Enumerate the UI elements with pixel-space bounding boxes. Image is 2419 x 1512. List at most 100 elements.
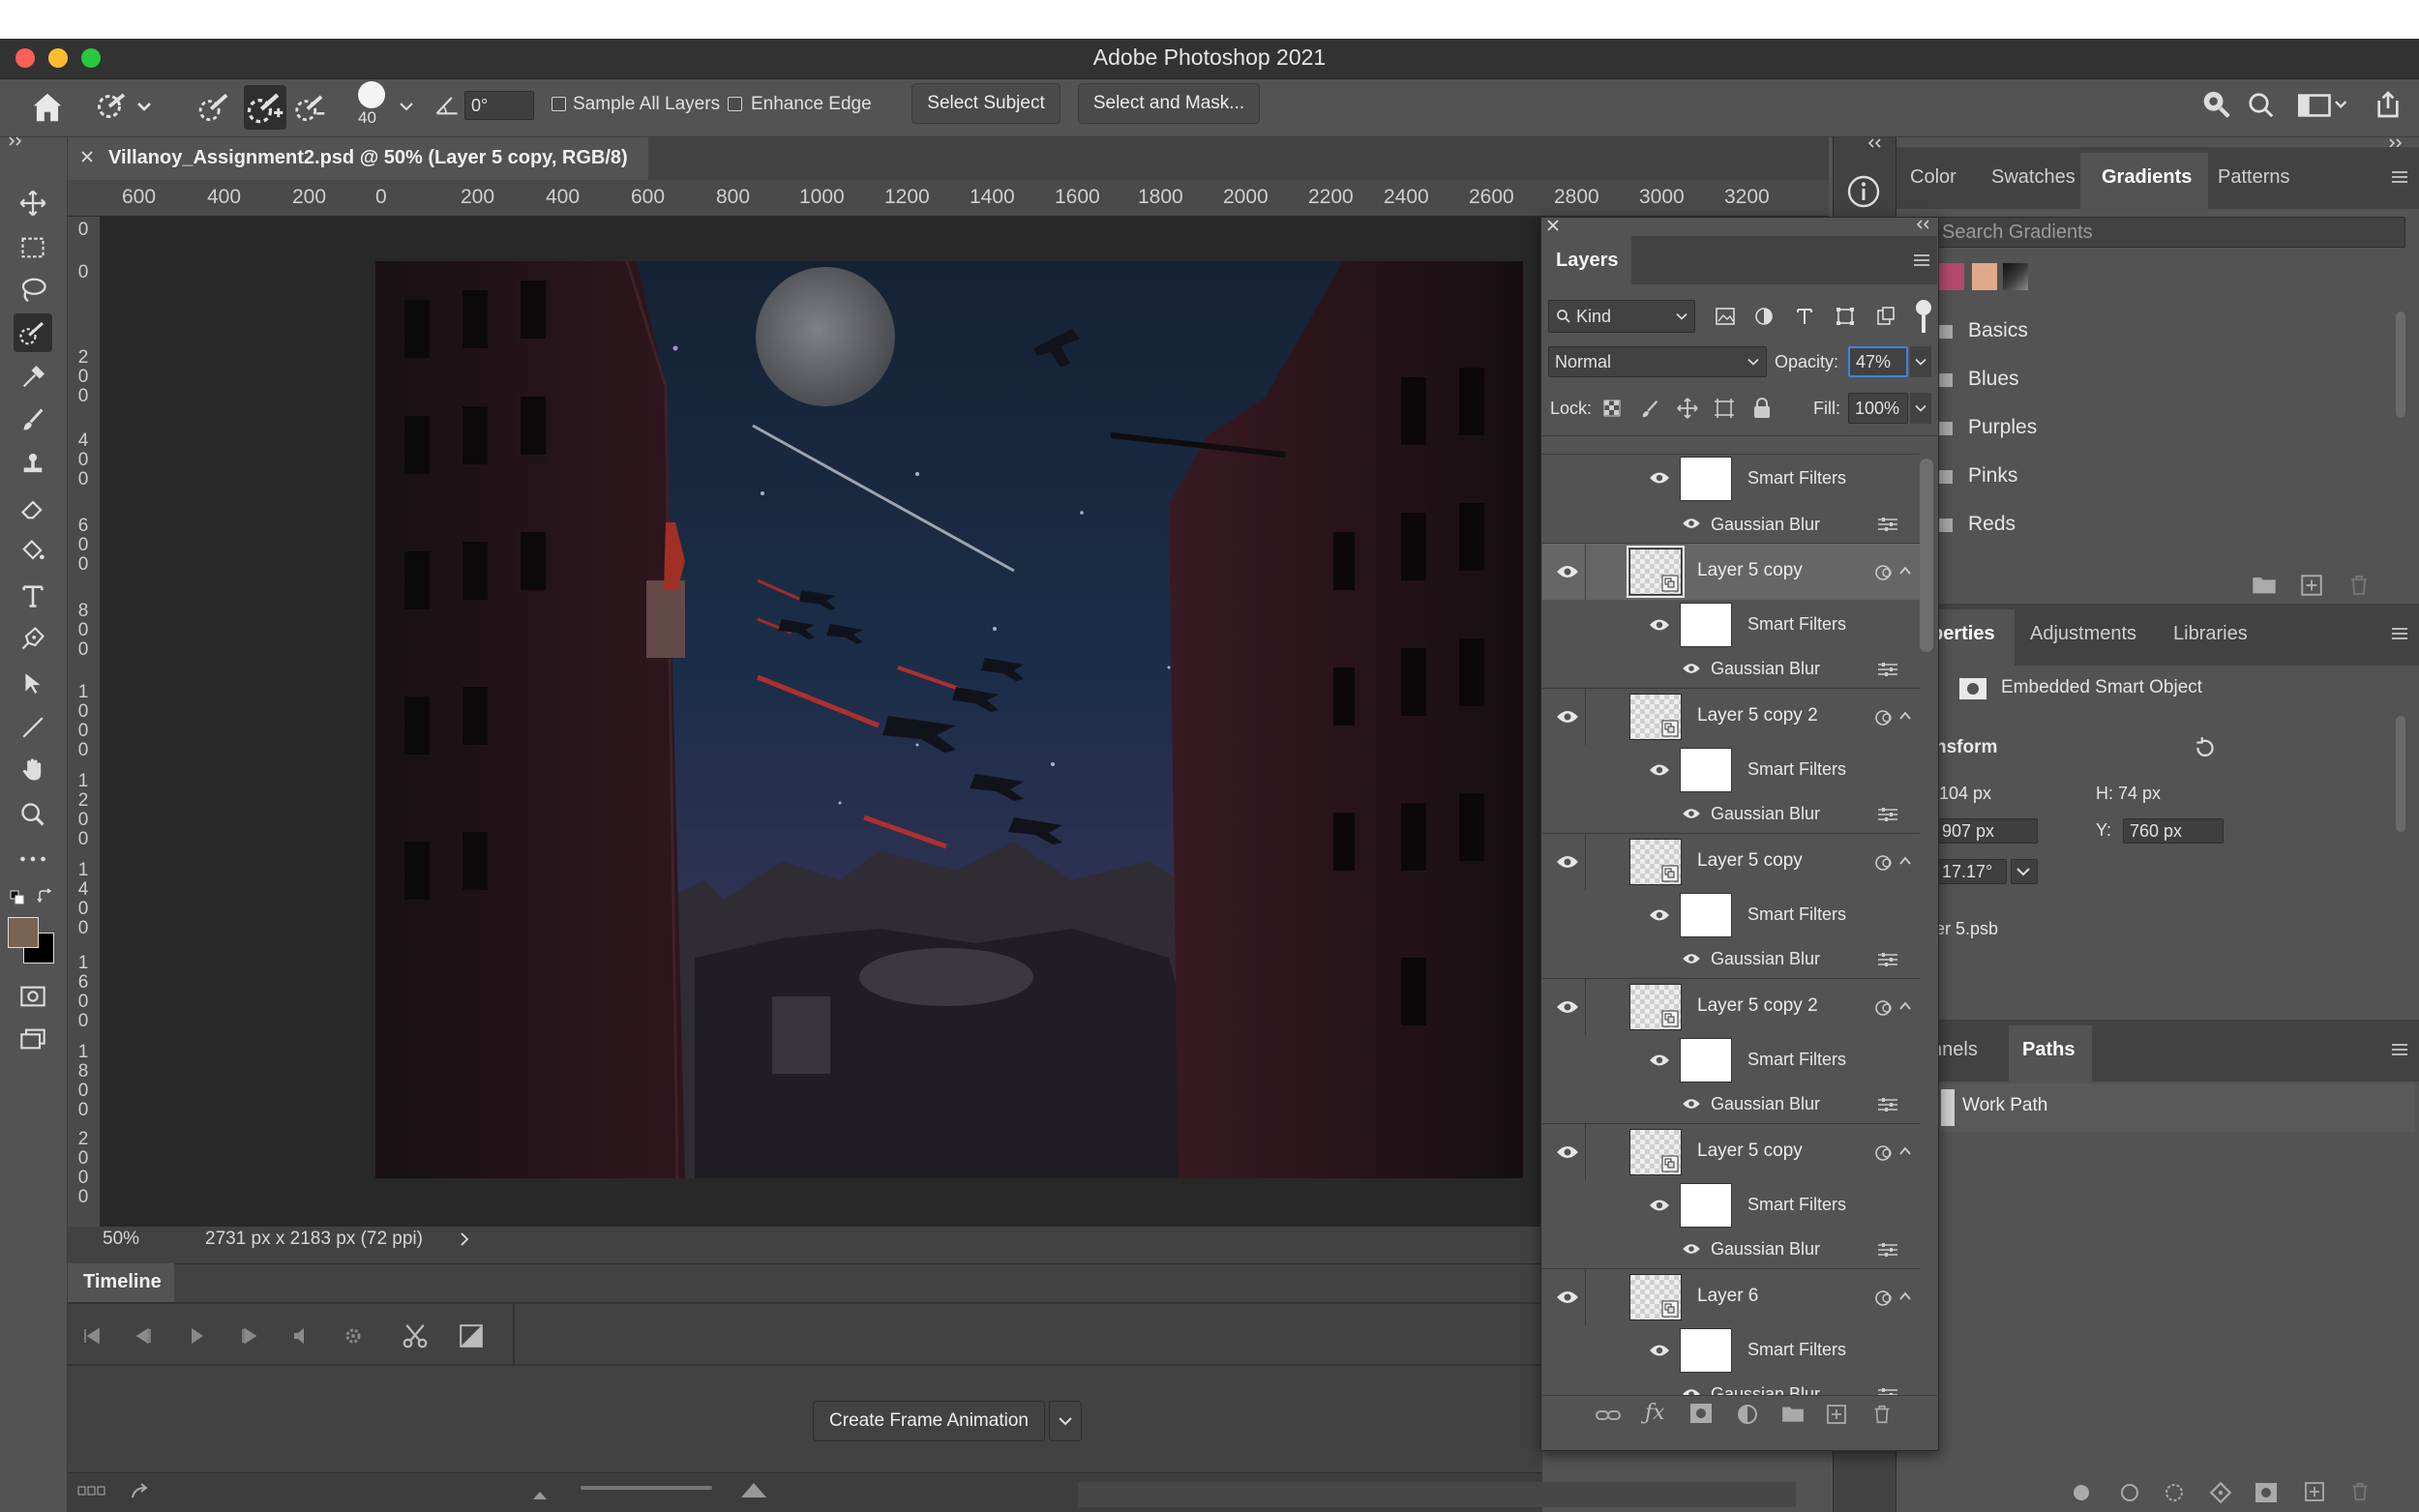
gradient-folder-blues[interactable]: Blues (1968, 368, 2019, 391)
new-selection-icon[interactable] (197, 89, 234, 126)
info-icon[interactable] (1846, 174, 1881, 209)
transform-angle-input[interactable]: 17.17° (1935, 859, 2007, 884)
smart-filter-effects-icon[interactable] (1873, 998, 1893, 1018)
stroke-path-icon[interactable] (2119, 1482, 2140, 1503)
eye-icon[interactable] (1649, 907, 1670, 923)
timeline-tab[interactable]: Timeline (68, 1263, 174, 1302)
collapse-dock-icon[interactable] (1866, 137, 1885, 149)
filter-blending-options-icon[interactable] (1877, 517, 1898, 532)
fill-input[interactable]: 100% (1848, 393, 1908, 424)
new-path-icon[interactable] (2303, 1480, 2326, 1503)
eye-icon[interactable] (1682, 662, 1701, 675)
gradient-folder-reds[interactable]: Reds (1968, 513, 2016, 536)
tab-adjustments[interactable]: Adjustments (2030, 623, 2136, 645)
smart-filters-row[interactable]: Smart Filters (1542, 1180, 1920, 1230)
quick-selection-preset-icon[interactable] (95, 89, 153, 124)
smart-filter-mask-thumbnail[interactable] (1680, 1328, 1732, 1373)
home-icon[interactable] (29, 89, 66, 126)
line-tool-icon[interactable] (14, 708, 52, 747)
gaussian-blur-row[interactable]: Gaussian Blur (1542, 940, 1920, 979)
close-layers-panel-icon[interactable] (1546, 219, 1560, 232)
search-gradients-input[interactable]: Search Gradients (1935, 217, 2405, 248)
filter-blending-options-icon[interactable] (1877, 1387, 1898, 1395)
timeline-scrollbar[interactable] (1078, 1482, 1796, 1507)
layers-tab[interactable]: Layers (1556, 250, 1619, 272)
opacity-input[interactable]: 47% (1848, 346, 1908, 377)
hand-tool-icon[interactable] (14, 751, 52, 789)
stamp-tool-icon[interactable] (14, 445, 52, 484)
foreground-color-swatch[interactable] (8, 917, 39, 948)
layer-thumbnail[interactable] (1627, 546, 1685, 598)
swap-colors-icon[interactable] (37, 888, 54, 905)
eraser-tool-icon[interactable] (14, 489, 52, 528)
sample-all-layers-checkbox[interactable] (552, 97, 566, 111)
collapse-layers-panel-icon[interactable] (1914, 219, 1933, 230)
more-tools-icon[interactable] (14, 840, 52, 878)
default-colors-icon[interactable] (10, 890, 25, 905)
chevron-up-icon[interactable] (1898, 855, 1912, 867)
eye-icon[interactable] (1556, 1289, 1579, 1306)
brush-dropdown-chevron-icon[interactable] (399, 101, 414, 112)
layer-thumbnail[interactable] (1629, 694, 1682, 740)
layer-row[interactable]: Layer 5 copy 2 (1542, 689, 1920, 745)
smart-filter-effects-icon[interactable] (1873, 1289, 1893, 1308)
blend-mode-select[interactable]: Normal (1548, 346, 1767, 377)
layer-name[interactable]: Layer 5 copy (1697, 560, 1803, 581)
paths-panel-menu-icon[interactable] (2390, 1043, 2409, 1056)
marquee-tool-icon[interactable] (14, 228, 52, 267)
layer-row[interactable]: Layer 5 copy (1542, 834, 1920, 890)
reset-transform-icon[interactable] (2193, 735, 2218, 760)
pen-tool-icon[interactable] (14, 619, 52, 658)
eyedropper-tool-icon[interactable] (14, 358, 52, 397)
zoom-level[interactable]: 50% (103, 1229, 139, 1250)
screen-mode-icon[interactable] (14, 1020, 52, 1058)
quick-mask-icon[interactable] (14, 977, 52, 1016)
fill-slider-toggle[interactable] (1910, 393, 1931, 424)
status-menu-chevron-icon[interactable] (459, 1230, 470, 1248)
gradient-swatch-1[interactable] (1939, 263, 1964, 290)
tab-color[interactable]: Color (1910, 166, 1956, 189)
eye-icon[interactable] (1649, 1052, 1670, 1068)
gradients-scrollbar[interactable] (2396, 311, 2405, 418)
eye-icon[interactable] (1556, 853, 1579, 871)
filter-blending-options-icon[interactable] (1877, 1242, 1898, 1258)
gradient-folder-pinks[interactable]: Pinks (1968, 464, 2017, 488)
smart-filter-effects-icon[interactable] (1873, 708, 1893, 727)
brush-preview-icon[interactable] (358, 81, 385, 108)
layer-row[interactable]: Layer 5 copy (1542, 1124, 1920, 1180)
layer-thumbnail[interactable] (1629, 984, 1682, 1030)
add-layer-mask-icon[interactable] (1689, 1403, 1713, 1424)
subtract-from-selection-icon[interactable] (292, 89, 329, 126)
zoom-out-timeline-icon[interactable] (530, 1488, 550, 1501)
layer-name[interactable]: Layer 5 copy (1697, 1141, 1803, 1162)
timeline-zoom-slider[interactable] (581, 1486, 712, 1490)
chevron-up-icon[interactable] (1898, 1290, 1912, 1302)
fill-path-icon[interactable] (2071, 1482, 2092, 1503)
smart-filters-row[interactable]: Smart Filters (1542, 1035, 1920, 1085)
smart-filters-row[interactable]: Smart Filters (1542, 890, 1920, 940)
smart-filter-mask-thumbnail[interactable] (1680, 457, 1732, 501)
new-gradient-icon[interactable] (2299, 573, 2324, 598)
gaussian-blur-row[interactable]: Gaussian Blur (1542, 650, 1920, 689)
close-document-icon[interactable] (79, 149, 95, 164)
filter-pixel-icon[interactable] (1715, 306, 1736, 327)
document-artwork[interactable] (375, 261, 1523, 1178)
move-tool-icon[interactable] (14, 184, 52, 222)
select-and-mask-button[interactable]: Select and Mask... (1078, 83, 1260, 124)
eye-icon[interactable] (1649, 470, 1670, 486)
layer-row[interactable]: Layer 5 copy (1542, 544, 1920, 600)
layer-filter-kind[interactable]: Kind (1548, 300, 1695, 333)
eye-icon[interactable] (1649, 617, 1670, 633)
layer-thumbnail[interactable] (1629, 1274, 1682, 1320)
quick-selection-tool-icon[interactable] (14, 313, 52, 352)
convert-icon[interactable] (130, 1482, 153, 1501)
smart-filter-mask-thumbnail[interactable] (1680, 748, 1732, 792)
filter-shape-icon[interactable] (1835, 306, 1856, 327)
eye-icon[interactable] (1682, 807, 1701, 820)
angle-input[interactable]: 0° (464, 91, 534, 120)
smart-filter-effects-icon[interactable] (1873, 1143, 1893, 1163)
delete-gradient-icon[interactable] (2347, 573, 2371, 598)
opacity-slider-toggle[interactable] (1910, 346, 1931, 377)
split-icon[interactable] (401, 1321, 430, 1350)
smart-filters-row[interactable]: Smart Filters (1542, 1325, 1920, 1376)
